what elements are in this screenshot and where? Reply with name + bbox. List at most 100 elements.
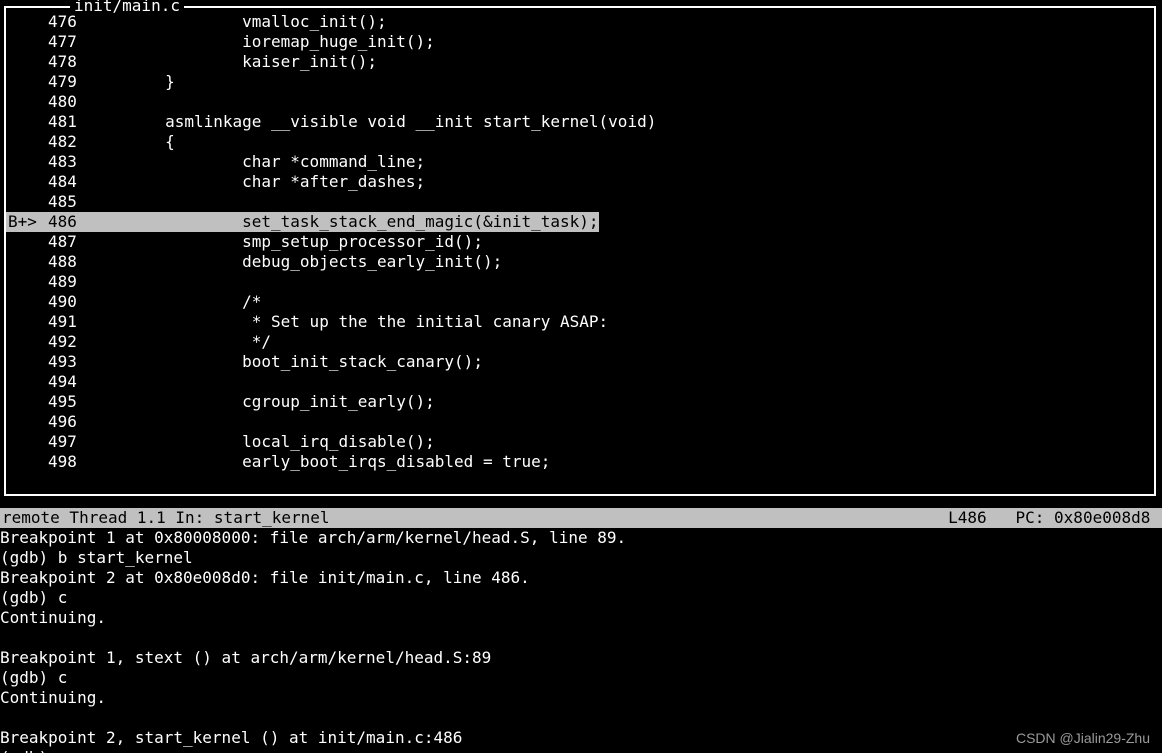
- source-line-text: */: [88, 332, 271, 352]
- source-line-text: kaiser_init();: [88, 52, 377, 72]
- line-number: 489: [48, 272, 88, 292]
- source-pane[interactable]: init/main.c 476 vmalloc_init(); 477 iore…: [4, 6, 1156, 496]
- source-line: 479 }: [6, 72, 1154, 92]
- source-line: 492 */: [6, 332, 1154, 352]
- gdb-output-line: Breakpoint 2, start_kernel () at init/ma…: [0, 728, 1162, 748]
- line-number: 488: [48, 252, 88, 272]
- gutter: [6, 32, 48, 52]
- line-number: 481: [48, 112, 88, 132]
- gutter: [6, 452, 48, 472]
- gutter: [6, 272, 48, 292]
- highlight-trailing-mask: [599, 212, 1154, 232]
- gutter: [6, 332, 48, 352]
- source-line-text: early_boot_irqs_disabled = true;: [88, 452, 550, 472]
- gdb-input-line: (gdb) c: [0, 668, 1162, 688]
- line-number: 477: [48, 32, 88, 52]
- source-line: 495 cgroup_init_early();: [6, 392, 1154, 412]
- line-number: 492: [48, 332, 88, 352]
- gdb-output-line: [0, 628, 1162, 648]
- status-bar: remote Thread 1.1 In: start_kernel L486 …: [0, 508, 1162, 528]
- gutter: [6, 432, 48, 452]
- gutter: [6, 312, 48, 332]
- line-number: 497: [48, 432, 88, 452]
- line-number: 480: [48, 92, 88, 112]
- line-number: 493: [48, 352, 88, 372]
- gdb-console[interactable]: Breakpoint 1 at 0x80008000: file arch/ar…: [0, 528, 1162, 753]
- source-line: 496: [6, 412, 1154, 432]
- gutter: [6, 292, 48, 312]
- gutter: [6, 172, 48, 192]
- line-number: 484: [48, 172, 88, 192]
- status-thread-location: remote Thread 1.1 In: start_kernel: [2, 508, 330, 528]
- gdb-output-line: Continuing.: [0, 688, 1162, 708]
- line-number: 482: [48, 132, 88, 152]
- gutter: [6, 12, 48, 32]
- source-line-text: asmlinkage __visible void __init start_k…: [88, 112, 656, 132]
- source-line-text: debug_objects_early_init();: [88, 252, 502, 272]
- gutter: [6, 372, 48, 392]
- line-number: 498: [48, 452, 88, 472]
- gutter: [6, 72, 48, 92]
- source-line-text: set_task_stack_end_magic(&init_task);: [88, 212, 599, 232]
- breakpoint-marker: B+>: [6, 212, 48, 232]
- source-line-text: char *after_dashes;: [88, 172, 425, 192]
- source-line-text: * Set up the the initial canary ASAP:: [88, 312, 608, 332]
- gutter: [6, 92, 48, 112]
- line-number: 496: [48, 412, 88, 432]
- source-line-text: smp_setup_processor_id();: [88, 232, 483, 252]
- source-line: 497 local_irq_disable();: [6, 432, 1154, 452]
- source-line: 484 char *after_dashes;: [6, 172, 1154, 192]
- source-line-text: /*: [88, 292, 261, 312]
- line-number: 476: [48, 12, 88, 32]
- line-number: 490: [48, 292, 88, 312]
- line-number: 485: [48, 192, 88, 212]
- line-number: 483: [48, 152, 88, 172]
- source-line-text: local_irq_disable();: [88, 432, 435, 452]
- gdb-input-line: (gdb) b start_kernel: [0, 548, 1162, 568]
- line-number: 487: [48, 232, 88, 252]
- gdb-output-line: [0, 708, 1162, 728]
- source-line: 498 early_boot_irqs_disabled = true;: [6, 452, 1154, 472]
- source-line: 477 ioremap_huge_init();: [6, 32, 1154, 52]
- gutter: [6, 52, 48, 72]
- gutter: [6, 232, 48, 252]
- source-line-text: cgroup_init_early();: [88, 392, 435, 412]
- gutter: [6, 392, 48, 412]
- gutter: [6, 152, 48, 172]
- gutter: [6, 112, 48, 132]
- source-line-text: }: [88, 72, 175, 92]
- gutter: [6, 132, 48, 152]
- gutter: [6, 412, 48, 432]
- line-number: 486: [48, 212, 88, 232]
- gdb-output-line: Breakpoint 1 at 0x80008000: file arch/ar…: [0, 528, 1162, 548]
- source-line-text: char *command_line;: [88, 152, 425, 172]
- source-line: 476 vmalloc_init();: [6, 12, 1154, 32]
- status-line-pc: L486 PC: 0x80e008d8: [948, 508, 1160, 528]
- gutter: [6, 192, 48, 212]
- source-line: 489: [6, 272, 1154, 292]
- gdb-output-line: Continuing.: [0, 608, 1162, 628]
- gdb-input-line: (gdb) n: [0, 748, 1162, 753]
- source-line: 488 debug_objects_early_init();: [6, 252, 1154, 272]
- source-line: 485: [6, 192, 1154, 212]
- source-line: 483 char *command_line;: [6, 152, 1154, 172]
- source-line-text: {: [88, 132, 175, 152]
- source-line: 493 boot_init_stack_canary();: [6, 352, 1154, 372]
- line-number: 491: [48, 312, 88, 332]
- source-line: 487 smp_setup_processor_id();: [6, 232, 1154, 252]
- source-line-current: B+>486 set_task_stack_end_magic(&init_ta…: [6, 212, 1154, 232]
- source-line: 482 {: [6, 132, 1154, 152]
- line-number: 479: [48, 72, 88, 92]
- watermark: CSDN @Jialin29-Zhu: [1016, 730, 1150, 748]
- source-line-text: boot_init_stack_canary();: [88, 352, 483, 372]
- source-pane-body[interactable]: 476 vmalloc_init(); 477 ioremap_huge_ini…: [6, 12, 1154, 490]
- gdb-output-line: Breakpoint 2 at 0x80e008d0: file init/ma…: [0, 568, 1162, 588]
- line-number: 494: [48, 372, 88, 392]
- gdb-output-line: Breakpoint 1, stext () at arch/arm/kerne…: [0, 648, 1162, 668]
- source-line: 491 * Set up the the initial canary ASAP…: [6, 312, 1154, 332]
- line-number: 495: [48, 392, 88, 412]
- gdb-tui-window: init/main.c 476 vmalloc_init(); 477 iore…: [0, 0, 1162, 753]
- source-line: 480: [6, 92, 1154, 112]
- source-line: 478 kaiser_init();: [6, 52, 1154, 72]
- source-line: 494: [6, 372, 1154, 392]
